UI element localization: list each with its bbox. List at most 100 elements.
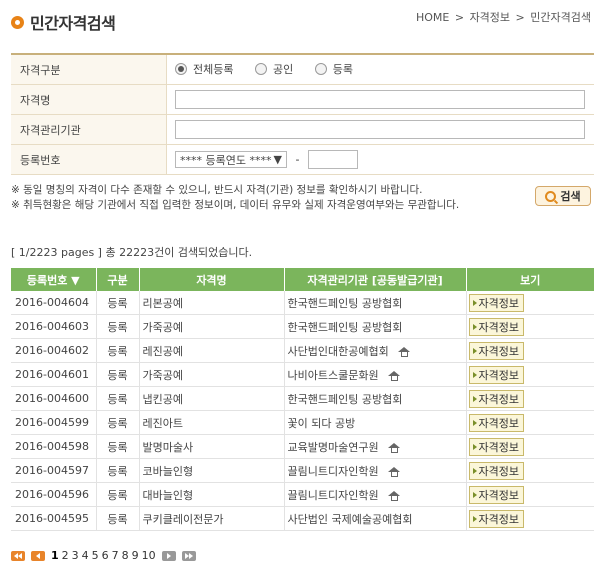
arrow-right-icon [472, 371, 477, 378]
home-icon[interactable] [388, 490, 401, 501]
view-info-button[interactable]: 자격정보 [468, 389, 524, 408]
view-info-button[interactable]: 자격정보 [468, 461, 524, 480]
cell-qualification-name-text[interactable]: 가죽공예 [143, 369, 183, 382]
table-row: 2016-004597 등록 코바늘인형 끌림니트디자인학원 자격정보 [11, 458, 594, 483]
cell-type: 등록 [96, 434, 140, 459]
cell-org: 끌림니트디자인학원 [284, 458, 467, 483]
view-info-button[interactable]: 자격정보 [468, 293, 524, 312]
cell-reg-no-text: 2016-004603 [15, 320, 89, 333]
cell-qualification-name[interactable]: 레진공예 [139, 338, 285, 363]
page-number[interactable]: 7 [112, 549, 119, 562]
page-number[interactable]: 5 [92, 549, 99, 562]
view-info-button[interactable]: 자격정보 [468, 365, 524, 384]
cell-type-text: 등록 [107, 488, 128, 502]
radio-all-registered[interactable]: 전체등록 [175, 61, 233, 77]
cell-qualification-name-text[interactable]: 레진아트 [143, 417, 183, 430]
home-icon[interactable] [388, 466, 401, 477]
radio-label: 공인 [272, 63, 294, 76]
view-info-button[interactable]: 자격정보 [468, 509, 524, 528]
last-page-button[interactable] [181, 550, 196, 561]
header-reg-no[interactable]: 등록번호 ▼ [11, 268, 97, 291]
reg-year-select[interactable]: **** 등록연도 **** ▼ [175, 151, 287, 168]
cell-org-text: 교육발명마술연구원 [287, 440, 379, 454]
view-info-label: 자격정보 [478, 464, 519, 478]
view-info-button[interactable]: 자격정보 [468, 485, 524, 504]
cell-view: 자격정보 [466, 506, 594, 531]
table-row: 2016-004601 등록 가죽공예 나비아트스쿨문화원 자격정보 [11, 362, 594, 387]
cell-org: 끌림니트디자인학원 [284, 482, 467, 507]
page-numbers: 1 2 3 4 5 6 7 8 9 10 [51, 549, 159, 562]
cell-qualification-name[interactable]: 가죽공예 [139, 314, 285, 339]
cell-org-text: 한국핸드페인팅 공방협회 [287, 296, 403, 310]
page-number[interactable]: 10 [142, 549, 156, 562]
type-radios: 전체등록 공인 등록 [166, 55, 594, 85]
cell-type: 등록 [96, 506, 140, 531]
type-label: 자격구분 [11, 55, 167, 85]
qualification-name-input[interactable] [175, 90, 585, 109]
header-org: 자격관리기관 [공동발급기관] [284, 268, 467, 291]
cell-qualification-name[interactable]: 대바늘인형 [139, 482, 285, 507]
page-number[interactable]: 9 [132, 549, 139, 562]
next-page-button[interactable] [161, 550, 176, 561]
notice: ※ 동일 명칭의 자격이 다수 존재할 수 있으니, 반드시 자격(기관) 정보… [11, 183, 459, 213]
home-icon[interactable] [398, 346, 411, 357]
radio-icon [254, 63, 267, 75]
view-info-button[interactable]: 자격정보 [468, 437, 524, 456]
search-form: 자격구분 전체등록 공인 등록 자격명 자격관리기관 등록번호 **** 등록연… [11, 55, 594, 175]
cell-reg-no: 2016-004597 [11, 458, 97, 483]
left-arrow-icon [36, 552, 40, 559]
cell-reg-no-text: 2016-004597 [15, 464, 89, 477]
cell-view: 자격정보 [466, 386, 594, 411]
breadcrumb-home[interactable]: HOME [416, 11, 449, 24]
first-page-button[interactable] [11, 550, 25, 561]
cell-qualification-name-text[interactable]: 대바늘인형 [143, 489, 194, 502]
cell-qualification-name-text[interactable]: 리본공예 [143, 297, 183, 310]
prev-page-button[interactable] [31, 550, 45, 561]
cell-qualification-name[interactable]: 레진아트 [139, 410, 285, 435]
cell-reg-no: 2016-004595 [11, 506, 97, 531]
arrow-right-icon [472, 323, 477, 330]
form-row-org: 자격관리기관 [11, 114, 594, 145]
radio-registered[interactable]: 등록 [314, 61, 353, 77]
cell-qualification-name[interactable]: 가죽공예 [139, 362, 285, 387]
cell-view: 자격정보 [466, 458, 594, 483]
search-button[interactable]: 검색 [535, 186, 591, 206]
page-number[interactable]: 1 [51, 549, 59, 562]
arrow-right-icon [472, 395, 477, 402]
view-info-button[interactable]: 자격정보 [468, 317, 524, 336]
page-number[interactable]: 6 [102, 549, 109, 562]
cell-qualification-name-text[interactable]: 냅킨공예 [143, 393, 183, 406]
page-number[interactable]: 4 [82, 549, 89, 562]
table-row: 2016-004603 등록 가죽공예 한국핸드페인팅 공방협회 자격정보 [11, 314, 594, 339]
cell-reg-no: 2016-004599 [11, 410, 97, 435]
page-number[interactable]: 2 [62, 549, 69, 562]
cell-org: 한국핸드페인팅 공방협회 [284, 386, 467, 411]
cell-qualification-name[interactable]: 리본공예 [139, 291, 285, 315]
page-number[interactable]: 8 [122, 549, 129, 562]
view-info-button[interactable]: 자격정보 [468, 413, 524, 432]
cell-type-text: 등록 [107, 392, 128, 406]
reg-number-input[interactable] [307, 150, 358, 169]
cell-qualification-name-text[interactable]: 가죽공예 [143, 321, 183, 334]
org-input[interactable] [175, 120, 585, 139]
cell-type: 등록 [96, 291, 140, 315]
page-number[interactable]: 3 [72, 549, 79, 562]
cell-reg-no-text: 2016-004599 [15, 416, 89, 429]
cell-qualification-name-text[interactable]: 코바늘인형 [143, 465, 194, 478]
cell-qualification-name[interactable]: 쿠키클레이전문가 [139, 506, 285, 531]
cell-type: 등록 [96, 386, 140, 411]
cell-qualification-name-text[interactable]: 쿠키클레이전문가 [143, 513, 224, 526]
cell-qualification-name-text[interactable]: 발명마술사 [143, 441, 194, 454]
table-header-row: 등록번호 ▼ 구분 자격명 자격관리기관 [공동발급기관] 보기 [11, 268, 594, 291]
cell-type: 등록 [96, 458, 140, 483]
home-icon[interactable] [388, 370, 401, 381]
breadcrumb-qualification-info[interactable]: 자격정보 [470, 11, 510, 24]
cell-qualification-name[interactable]: 코바늘인형 [139, 458, 285, 483]
cell-qualification-name[interactable]: 냅킨공예 [139, 386, 285, 411]
cell-qualification-name[interactable]: 발명마술사 [139, 434, 285, 459]
home-icon[interactable] [388, 442, 401, 453]
cell-qualification-name-text[interactable]: 레진공예 [143, 345, 183, 358]
view-info-button[interactable]: 자격정보 [468, 341, 524, 360]
radio-certified[interactable]: 공인 [254, 61, 294, 77]
reg-dash: - [295, 153, 300, 166]
